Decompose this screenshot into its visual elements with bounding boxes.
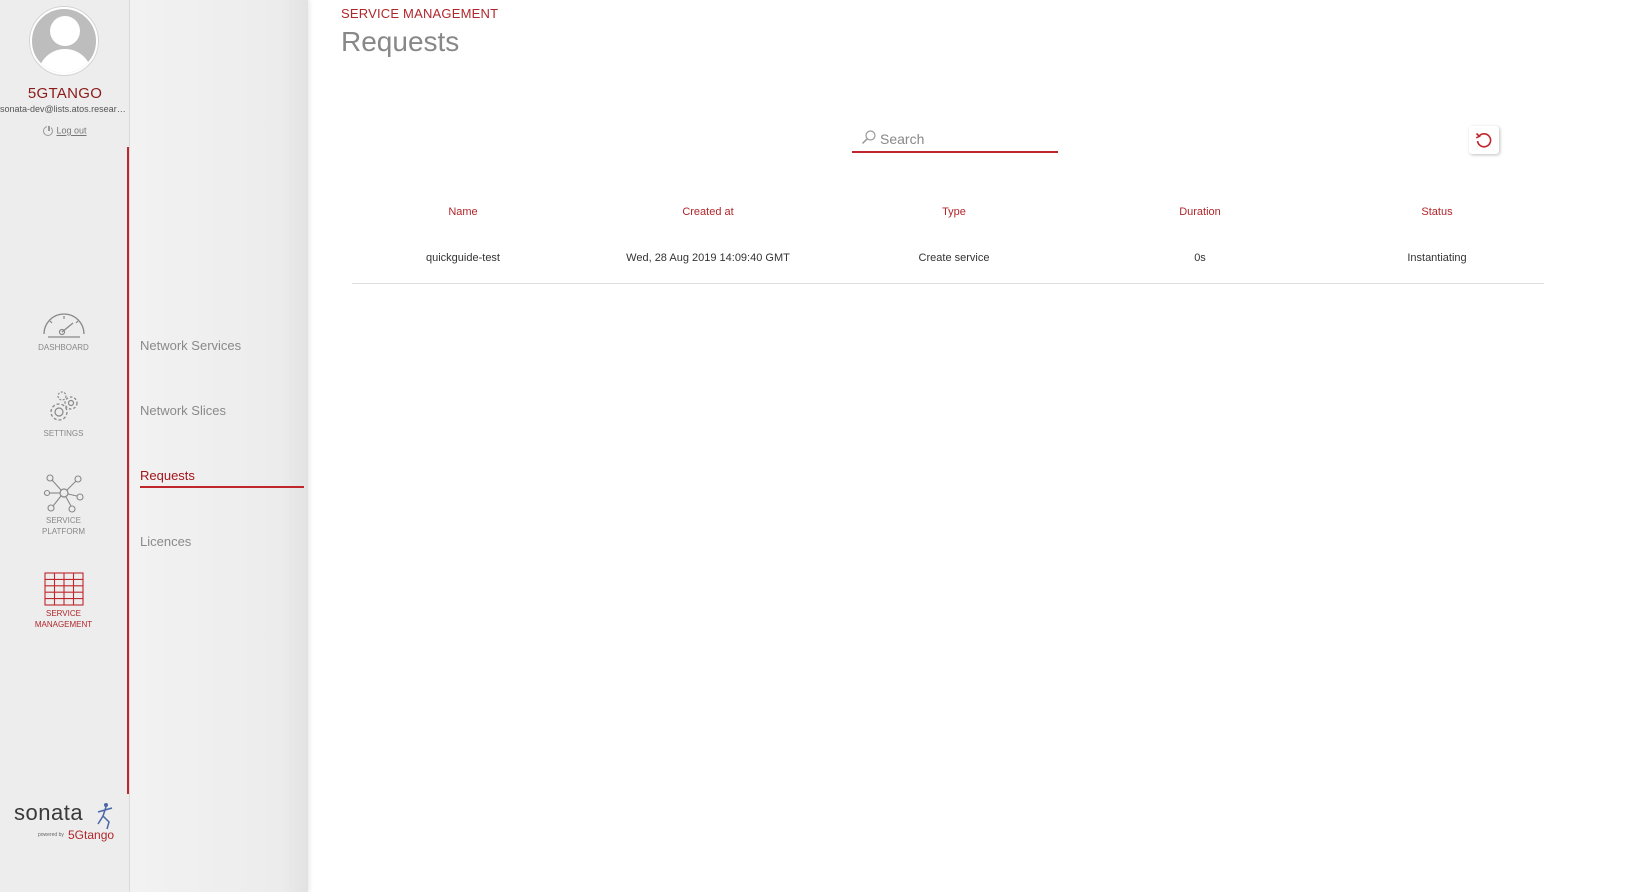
powered-by: powered by: [38, 832, 64, 838]
cell-status: Instantiating: [1407, 252, 1467, 264]
gears-icon: [49, 391, 78, 421]
logout-label: Log out: [56, 125, 87, 136]
section-title: SERVICE MANAGEMENT: [341, 6, 499, 21]
refresh-icon: [1475, 132, 1492, 148]
nav-label-line1: SERVICE: [46, 609, 81, 618]
nav-item-service-platform[interactable]: SERVICE PLATFORM: [0, 473, 127, 537]
column-header-duration[interactable]: Duration: [1179, 206, 1221, 218]
sonata-logo: sonata powered by 5Gtango: [14, 800, 119, 848]
column-header-status[interactable]: Status: [1421, 206, 1452, 218]
search-box: [852, 127, 1058, 153]
nav-label: DASHBOARD: [38, 343, 89, 352]
nav-label-line1: SERVICE: [46, 516, 81, 525]
nav-label: SETTINGS: [43, 429, 84, 438]
submenu-item-network-services[interactable]: Network Services: [140, 338, 304, 356]
avatar: [30, 7, 98, 75]
cell-created-at: Wed, 28 Aug 2019 14:09:40 GMT: [626, 252, 790, 264]
nav-item-settings[interactable]: SETTINGS: [0, 390, 127, 439]
requests-table: Name Created at Type Duration Status qui…: [352, 200, 1544, 284]
submenu-item-requests[interactable]: Requests: [140, 468, 304, 488]
user-name: 5GTANGO: [27, 85, 103, 102]
column-header-type[interactable]: Type: [942, 206, 966, 218]
cell-name: quickguide-test: [426, 252, 500, 264]
user-email: sonata-dev@lists.atos.research.net: [0, 104, 130, 114]
partner-name: 5Gtango: [68, 828, 115, 842]
brand-name: sonata: [14, 800, 84, 825]
cell-type: Create service: [918, 252, 990, 264]
search-icon: [861, 130, 876, 145]
rail-active-indicator: [127, 147, 129, 794]
cell-duration: 0s: [1194, 252, 1206, 264]
submenu-item-network-slices[interactable]: Network Slices: [140, 403, 304, 421]
nav-label-line2: MANAGEMENT: [34, 620, 93, 629]
grid-icon: [43, 572, 84, 606]
network-hub-icon: [43, 474, 84, 513]
search-input[interactable]: [880, 129, 1050, 149]
submenu-item-licences[interactable]: Licences: [140, 534, 304, 552]
tango-figure-icon: [97, 803, 113, 830]
table-row[interactable]: quickguide-test Wed, 28 Aug 2019 14:09:4…: [352, 247, 1544, 284]
icon-rail: 5GTANGO sonata-dev@lists.atos.research.n…: [0, 0, 130, 892]
column-header-name[interactable]: Name: [448, 206, 477, 218]
power-icon: [43, 124, 54, 136]
logout-link[interactable]: Log out: [0, 124, 130, 136]
refresh-button[interactable]: [1469, 126, 1499, 154]
nav-label-line2: PLATFORM: [42, 527, 85, 536]
nav-item-dashboard[interactable]: DASHBOARD: [0, 308, 127, 353]
table-header: Name Created at Type Duration Status: [352, 200, 1544, 224]
column-header-created-at[interactable]: Created at: [682, 206, 733, 218]
gauge-icon: [42, 313, 85, 338]
submenu: Network Services Network Slices Requests…: [130, 0, 308, 892]
nav-item-service-management[interactable]: SERVICE MANAGEMENT: [0, 572, 127, 630]
page-title: Requests: [341, 26, 460, 57]
